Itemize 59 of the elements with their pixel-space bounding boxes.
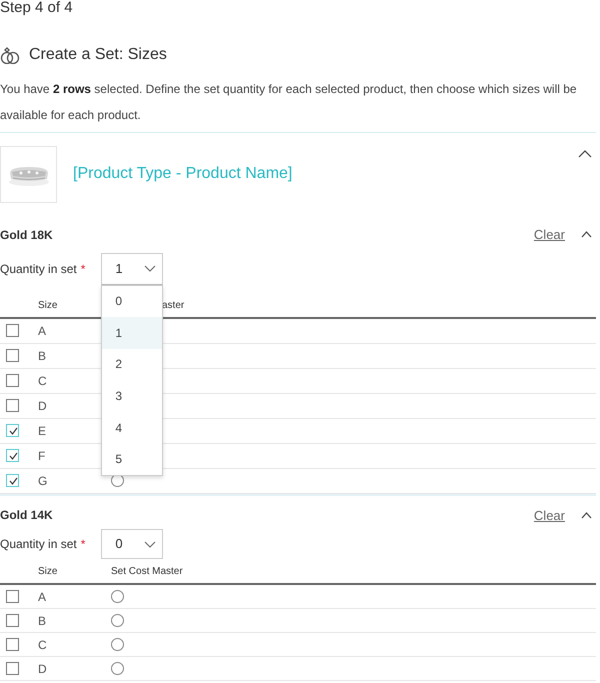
caret-icon: [144, 265, 156, 272]
dropdown-option[interactable]: 1: [102, 317, 162, 349]
radio-button[interactable]: [111, 590, 124, 603]
column-header: Size: [38, 566, 58, 577]
column-header: Set Cost Master: [111, 566, 183, 577]
intro-text: You have 2 rows selected. Define the set quantity for each selected product, then choose which sizes will be available for each product.: [0, 81, 578, 124]
clear-link[interactable]: Clear: [534, 506, 565, 525]
check-icon: [8, 476, 18, 486]
checkbox[interactable]: [6, 474, 19, 487]
check-icon: [8, 426, 18, 436]
rings-icon: [0, 46, 21, 64]
required-mark: *: [80, 260, 86, 278]
checkbox[interactable]: [6, 614, 19, 627]
checkbox[interactable]: [6, 638, 19, 651]
column-header: aster: [162, 300, 184, 310]
dropdown-option[interactable]: 2: [102, 348, 162, 380]
check-icon: [8, 450, 18, 460]
checkbox[interactable]: [6, 349, 19, 362]
size-label: B: [38, 348, 46, 362]
size-label: A: [38, 324, 46, 338]
size-label: A: [38, 590, 46, 604]
collapse-chevron-icon[interactable]: [581, 512, 592, 519]
checkbox[interactable]: [6, 662, 19, 675]
quantity-select[interactable]: 0: [101, 529, 164, 559]
checkbox[interactable]: [6, 374, 19, 387]
size-label: C: [38, 638, 47, 652]
checkbox[interactable]: [6, 424, 19, 437]
collapse-chevron-icon[interactable]: [581, 231, 592, 238]
caret-icon: [144, 540, 156, 548]
checkbox[interactable]: [6, 449, 19, 462]
checkbox[interactable]: [6, 590, 19, 603]
size-label: F: [38, 448, 46, 462]
radio-button[interactable]: [111, 638, 124, 651]
dropdown-option[interactable]: 3: [102, 380, 162, 412]
size-label: D: [38, 398, 47, 412]
checkbox[interactable]: [6, 324, 19, 337]
radio-button[interactable]: [111, 474, 124, 487]
dropdown-option[interactable]: 5: [102, 443, 162, 476]
radio-button[interactable]: [111, 614, 124, 627]
group-title: Gold 18K: [0, 226, 53, 244]
radio-button[interactable]: [111, 662, 124, 675]
column-header: Size: [38, 300, 58, 310]
step-title: Step 4 of 4: [0, 0, 74, 16]
size-label: E: [38, 424, 46, 438]
size-label: D: [38, 662, 47, 676]
size-label: B: [38, 614, 46, 628]
quantity-select[interactable]: 1: [101, 252, 164, 284]
clear-link[interactable]: Clear: [534, 225, 565, 244]
required-mark: *: [80, 536, 86, 553]
quantity-label: Quantity in set: [0, 260, 77, 278]
size-label: G: [38, 474, 48, 488]
dropdown-option[interactable]: 4: [102, 412, 162, 444]
group-title: Gold 14K: [0, 507, 53, 524]
section-heading: Create a Set: Sizes: [29, 45, 167, 65]
size-label: C: [38, 374, 47, 388]
collapse-chevron-icon[interactable]: [578, 150, 592, 158]
checkbox[interactable]: [6, 399, 19, 412]
quantity-label: Quantity in set: [0, 536, 77, 553]
dropdown-option[interactable]: 0: [102, 286, 162, 318]
